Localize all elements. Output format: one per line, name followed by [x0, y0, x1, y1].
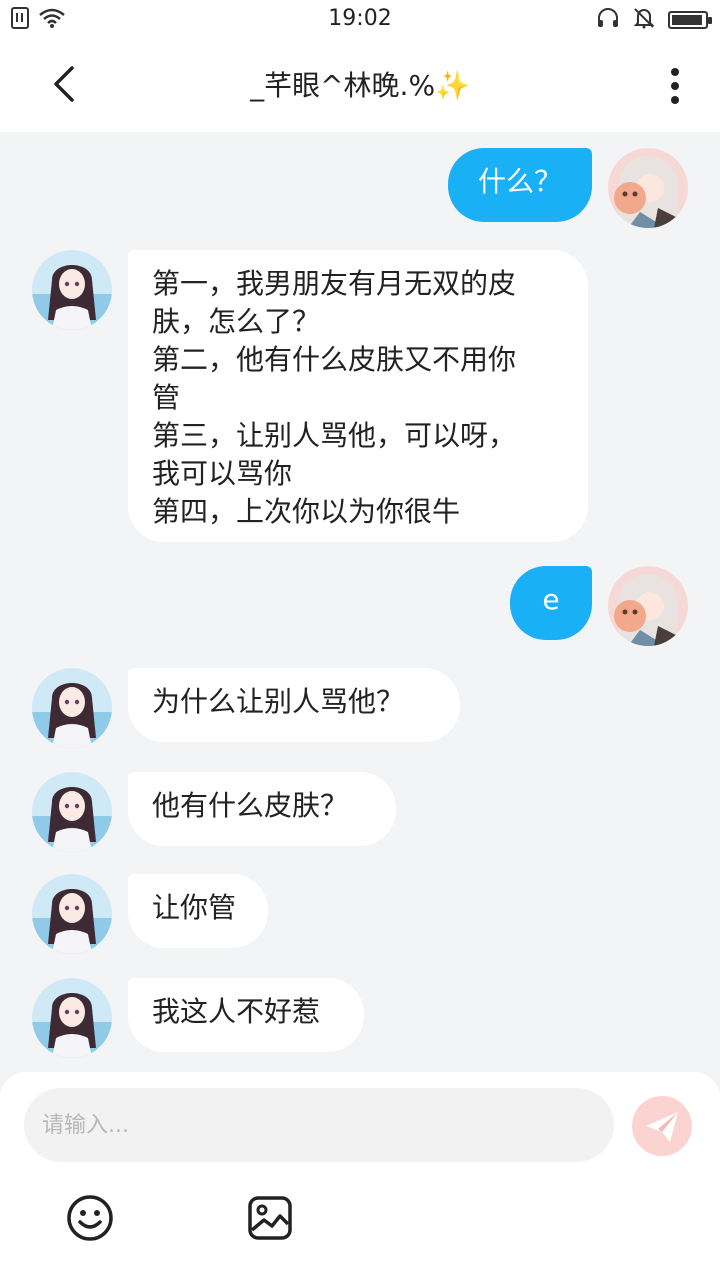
message-text: 什么？	[477, 165, 562, 198]
headset-icon	[596, 6, 620, 34]
paper-plane-icon	[646, 1112, 678, 1142]
message-text: 他有什么皮肤？	[152, 789, 349, 822]
emoji-button[interactable]	[66, 1194, 114, 1242]
message-text: 我这人不好惹	[152, 995, 321, 1028]
status-bar: 19:02	[0, 0, 720, 40]
avatar-me[interactable]	[608, 566, 688, 646]
message-line: 第二，他有什么皮肤又不用你	[152, 343, 517, 376]
message-bubble-sent[interactable]: e	[510, 566, 592, 640]
message-line: 肤，怎么了？	[152, 305, 321, 338]
message-line: 第一，我男朋友有月无双的皮	[152, 267, 517, 300]
message-text: 让你管	[152, 891, 237, 924]
image-button[interactable]	[246, 1194, 294, 1242]
message-input[interactable]	[24, 1088, 614, 1162]
avatar-me[interactable]	[608, 148, 688, 228]
message-text: 为什么让别人骂他？	[152, 685, 405, 718]
status-right	[596, 6, 712, 34]
message-bubble-received[interactable]: 为什么让别人骂他？	[128, 668, 460, 742]
message-line: 第四，上次你以为你很牛	[152, 495, 461, 528]
avatar-other[interactable]	[32, 978, 112, 1058]
send-button[interactable]	[632, 1096, 692, 1156]
avatar-other[interactable]	[32, 668, 112, 748]
message-bubble-received[interactable]: 让你管	[128, 874, 268, 948]
chat-header: _芊眼^林晚.%✨	[0, 40, 720, 132]
mute-icon	[632, 6, 656, 34]
message-line: 我可以骂你	[152, 457, 293, 490]
back-button[interactable]	[44, 62, 88, 106]
message-list[interactable]: 什么？ 第一，我男朋友有月无双的皮 肤，怎么了？ 第二，他有什么皮肤又不用你 管…	[0, 132, 720, 1072]
message-bubble-received[interactable]: 他有什么皮肤？	[128, 772, 396, 846]
message-text: e	[542, 583, 560, 616]
chat-title: _芊眼^林晚.%✨	[250, 69, 470, 102]
chevron-left-icon	[54, 66, 74, 102]
smiley-icon	[67, 1195, 113, 1241]
avatar-other[interactable]	[32, 772, 112, 852]
message-line: 管	[152, 381, 181, 414]
message-bubble-received[interactable]: 第一，我男朋友有月无双的皮 肤，怎么了？ 第二，他有什么皮肤又不用你 管 第三，…	[128, 250, 588, 542]
more-button[interactable]	[660, 64, 690, 108]
message-bubble-received[interactable]: 我这人不好惹	[128, 978, 364, 1052]
more-vertical-icon	[671, 68, 679, 104]
battery-icon	[668, 11, 712, 29]
avatar-other[interactable]	[32, 250, 112, 330]
message-bubble-sent[interactable]: 什么？	[448, 148, 592, 222]
avatar-other[interactable]	[32, 874, 112, 954]
image-icon	[248, 1196, 292, 1240]
message-line: 第三，让别人骂他，可以呀，	[152, 419, 517, 452]
composer	[0, 1072, 720, 1280]
